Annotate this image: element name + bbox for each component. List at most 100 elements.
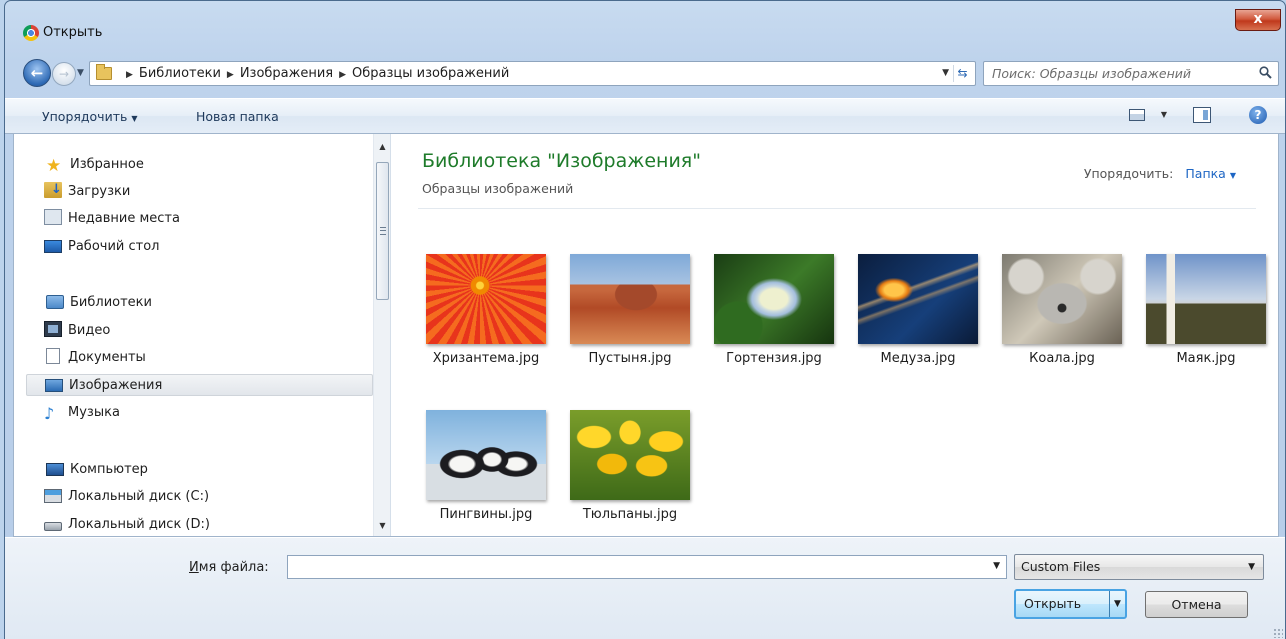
jellyfish-thumbnail [858, 254, 978, 344]
star-icon: ★ [46, 156, 62, 176]
help-icon[interactable]: ? [1249, 106, 1267, 124]
address-dropdown-icon[interactable]: ▼ [942, 68, 949, 78]
filename-label: Имя файла: [189, 560, 269, 575]
organize-button[interactable]: Упорядочить ▼ [42, 109, 138, 124]
view-options-icon[interactable] [1129, 109, 1145, 121]
file-item[interactable]: Пустыня.jpg [560, 254, 700, 392]
search-input[interactable]: Поиск: Образцы изображений [983, 61, 1279, 86]
cancel-button[interactable]: Отмена [1145, 591, 1248, 618]
sidebar-item-documents[interactable]: Документы [44, 347, 374, 369]
video-icon [44, 321, 62, 337]
lighthouse-thumbnail [1146, 254, 1266, 344]
sidebar-item-music[interactable]: ♪ Музыка [44, 402, 374, 424]
browser-area: ★ Избранное Загрузки Недавние места Рабоч… [13, 134, 1279, 537]
computer-icon [46, 463, 64, 476]
sidebar-item-label: Музыка [68, 405, 120, 420]
system-disk-icon [44, 489, 62, 503]
command-bar: Упорядочить ▼ Новая папка ▼ ? [5, 98, 1285, 134]
file-item[interactable]: Пингвины.jpg [416, 410, 556, 548]
sidebar-item-label: Библиотеки [70, 295, 152, 310]
sidebar-item-disk-d[interactable]: Локальный диск (D:) [44, 514, 374, 536]
document-icon [46, 348, 60, 364]
arrange-label: Упорядочить: [1083, 166, 1174, 181]
file-item[interactable]: Медуза.jpg [848, 254, 988, 392]
dialog-footer: Имя файла: ▼ Custom Files ▼ Открыть ▼ От… [5, 537, 1285, 639]
file-item[interactable]: Маяк.jpg [1136, 254, 1276, 392]
sidebar-item-favorites[interactable]: ★ Избранное [46, 154, 376, 176]
forward-button[interactable]: → [52, 62, 76, 86]
sidebar-item-downloads[interactable]: Загрузки [44, 181, 374, 203]
scroll-down-icon[interactable]: ▼ [374, 517, 391, 534]
sidebar-item-label: Избранное [70, 157, 144, 172]
close-button[interactable]: x [1235, 9, 1281, 31]
recent-locations-dropdown[interactable]: ▼ [77, 68, 87, 78]
new-folder-button[interactable]: Новая папка [196, 109, 279, 124]
file-name: Тюльпаны.jpg [582, 507, 678, 522]
breadcrumb-separator-icon[interactable]: ▶ [126, 70, 133, 80]
filename-input[interactable]: ▼ [287, 555, 1007, 579]
open-file-dialog: Открыть x ← → ▼ ▶ Библиотеки ▶ Изображения ▶… [4, 0, 1286, 639]
sidebar-item-libraries[interactable]: Библиотеки [46, 292, 376, 314]
title-bar[interactable]: Открыть x [5, 1, 1285, 49]
sidebar-item-label: Локальный диск (C:) [68, 489, 210, 504]
resize-grip-icon[interactable] [1273, 628, 1283, 638]
folder-icon [96, 64, 112, 80]
sidebar-scrollbar[interactable]: ▲ ▼ [373, 134, 390, 536]
images-icon [45, 379, 63, 392]
open-button[interactable]: Открыть ▼ [1014, 589, 1127, 619]
desert-thumbnail [570, 254, 690, 344]
arrange-by-dropdown[interactable]: Папка [1185, 166, 1225, 181]
sidebar-item-label: Изображения [69, 378, 163, 393]
file-item[interactable]: Гортензия.jpg [704, 254, 844, 392]
recent-places-icon [44, 209, 62, 225]
chevron-down-icon[interactable]: ▼ [993, 561, 1000, 571]
sidebar-item-label: Видео [68, 323, 111, 338]
scrollbar-thumb[interactable] [376, 162, 389, 300]
sidebar-item-label: Документы [68, 350, 146, 365]
chevron-down-icon[interactable]: ▼ [1230, 171, 1236, 180]
file-type-select[interactable]: Custom Files ▼ [1014, 554, 1264, 580]
breadcrumb-libraries[interactable]: Библиотеки [139, 66, 221, 81]
address-bar[interactable]: ▶ Библиотеки ▶ Изображения ▶ Образцы изображе… [89, 61, 976, 86]
sidebar-item-label: Недавние места [68, 211, 180, 226]
library-subtitle: Образцы изображений [422, 181, 574, 196]
koala-thumbnail [1002, 254, 1122, 344]
file-item[interactable]: Хризантема.jpg [416, 254, 556, 392]
search-icon[interactable] [1259, 66, 1272, 79]
hydrangea-thumbnail [714, 254, 834, 344]
arrange-by: Упорядочить: Папка ▼ [1084, 166, 1236, 181]
music-note-icon: ♪ [44, 404, 55, 423]
breadcrumb-separator-icon[interactable]: ▶ [227, 70, 234, 80]
sidebar-item-desktop[interactable]: Рабочий стол [44, 236, 374, 258]
file-name: Пустыня.jpg [588, 351, 672, 366]
search-placeholder: Поиск: Образцы изображений [992, 66, 1192, 81]
sidebar-item-label: Локальный диск (D:) [68, 517, 210, 532]
breadcrumb-separator-icon[interactable]: ▶ [339, 70, 346, 80]
file-item[interactable]: Коала.jpg [992, 254, 1132, 392]
window-title: Открыть [43, 25, 103, 40]
library-title: Библиотека "Изображения" [422, 150, 701, 172]
sidebar-item-video[interactable]: Видео [44, 320, 374, 342]
refresh-icon[interactable]: ⇆ [953, 65, 971, 82]
file-item[interactable]: Тюльпаны.jpg [560, 410, 700, 548]
sidebar-item-disk-c[interactable]: Локальный диск (C:) [44, 486, 374, 508]
libraries-icon [46, 295, 64, 309]
sidebar-item-computer[interactable]: Компьютер [46, 459, 376, 481]
breadcrumb-images[interactable]: Изображения [240, 66, 333, 81]
organize-label: Упорядочить [42, 109, 128, 124]
arrow-left-icon: ← [30, 64, 44, 82]
file-name: Пингвины.jpg [439, 507, 533, 522]
scroll-up-icon[interactable]: ▲ [374, 138, 391, 155]
preview-pane-icon[interactable] [1193, 107, 1211, 123]
chevron-down-icon: ▼ [131, 114, 138, 123]
sidebar-item-recent-places[interactable]: Недавние места [44, 208, 374, 230]
navigation-pane: ★ Избранное Загрузки Недавние места Рабоч… [14, 134, 391, 536]
chevron-down-icon[interactable]: ▼ [1161, 110, 1167, 119]
sidebar-item-images[interactable]: Изображения [26, 374, 373, 396]
file-name: Хризантема.jpg [432, 351, 540, 366]
open-options-dropdown[interactable]: ▼ [1109, 591, 1125, 617]
breadcrumb-sample-images[interactable]: Образцы изображений [352, 66, 509, 81]
grip-icon [380, 227, 386, 235]
back-button[interactable]: ← [23, 59, 51, 87]
chrome-app-icon [23, 25, 39, 41]
